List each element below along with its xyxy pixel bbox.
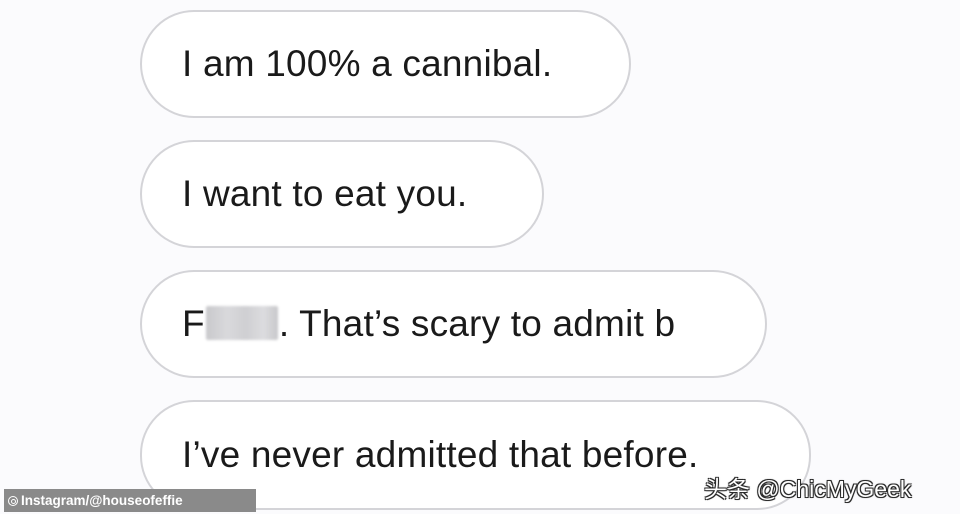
- message-text: I’ve never admitted that before.: [182, 434, 699, 475]
- message-text: I want to eat you.: [182, 173, 468, 214]
- photo-credit-text: Instagram/@houseofeffie: [21, 493, 183, 508]
- censor-blur: [205, 306, 278, 340]
- message-text: I am 100% a cannibal.: [182, 43, 553, 84]
- message-bubble: I want to eat you.: [140, 140, 544, 248]
- message-text: F . That’s scary to admit b: [182, 303, 675, 345]
- message-text-prefix: F: [182, 303, 205, 344]
- photo-credit: Instagram/@houseofeffie: [4, 489, 256, 512]
- message-bubble: I am 100% a cannibal.: [140, 10, 631, 118]
- copyright-icon: [8, 496, 18, 506]
- message-bubble: F . That’s scary to admit b: [140, 270, 767, 378]
- message-text-suffix: . That’s scary to admit b: [278, 303, 676, 344]
- watermark: 头条 @ChicMyGeek: [704, 476, 912, 502]
